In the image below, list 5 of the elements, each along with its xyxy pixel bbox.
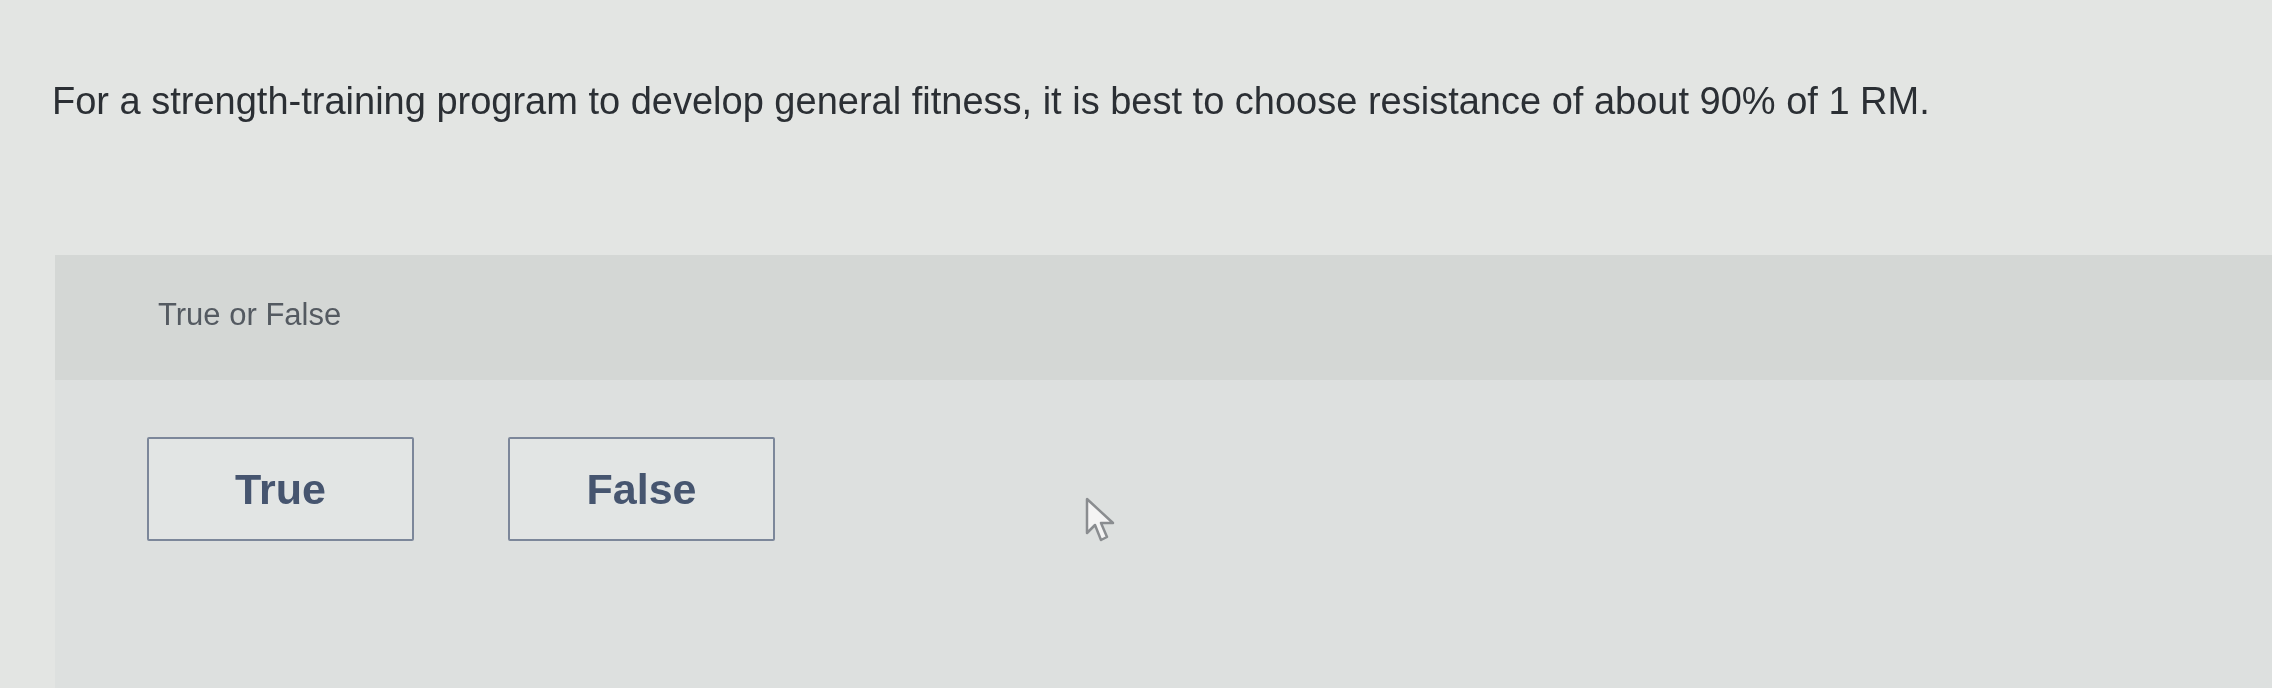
mouse-pointer-icon (1085, 497, 1115, 543)
answer-option-button[interactable]: True (147, 437, 414, 541)
answer-option-button[interactable]: False (508, 437, 775, 541)
question-text: For a strength-training program to develop general fitness, it is best to choose resistance of about 90% of 1 RM. (52, 79, 1930, 124)
instruction-text: True or False (158, 297, 342, 332)
